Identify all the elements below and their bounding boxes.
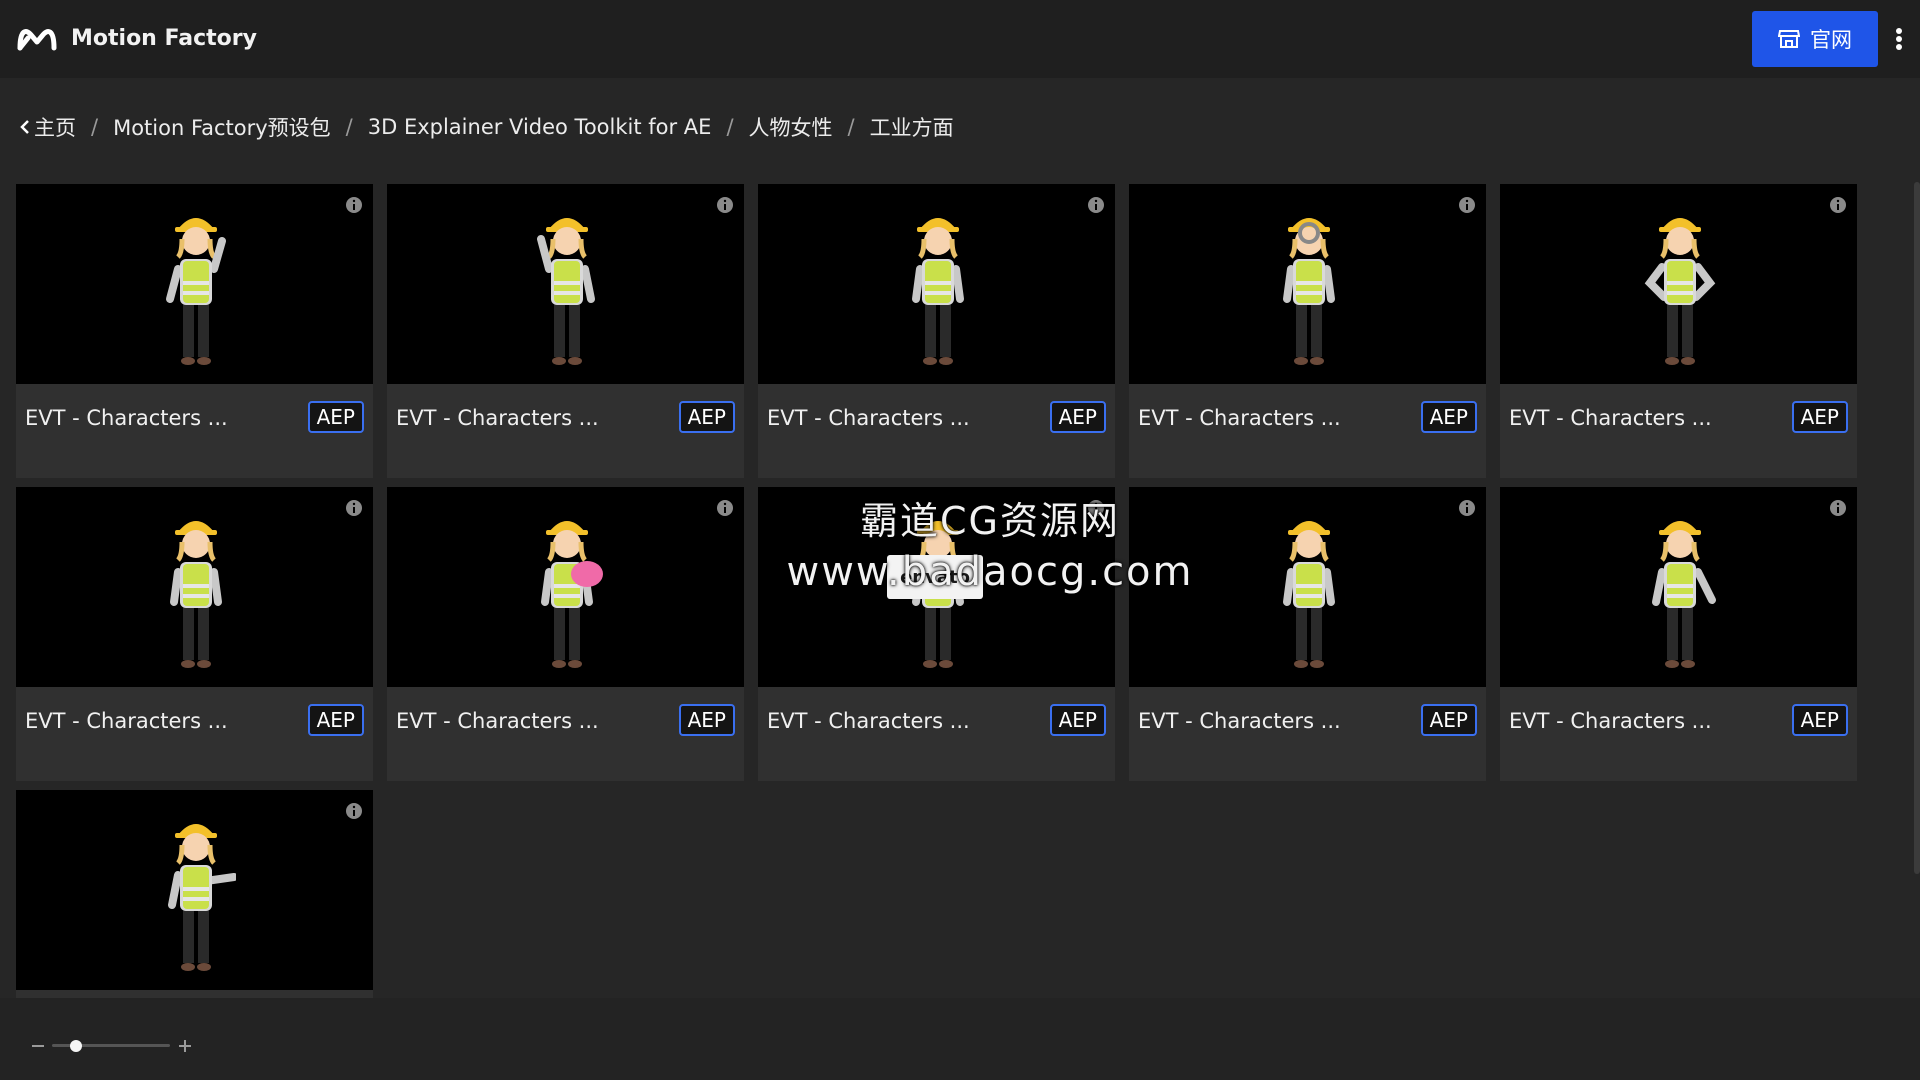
preset-title: EVT - Characters ... bbox=[25, 406, 228, 430]
preset-card[interactable]: EVT - Characters ... AEP bbox=[16, 487, 373, 781]
info-icon[interactable] bbox=[1829, 196, 1847, 214]
preset-thumbnail[interactable] bbox=[16, 487, 373, 687]
info-icon[interactable] bbox=[345, 802, 363, 820]
file-type-badge: AEP bbox=[678, 704, 735, 736]
character-thumbnail-icon bbox=[170, 521, 222, 668]
preset-thumbnail[interactable] bbox=[16, 184, 373, 384]
info-icon[interactable] bbox=[1458, 196, 1476, 214]
character-thumbnail-icon bbox=[1644, 218, 1716, 365]
character-thumbnail-icon bbox=[537, 218, 595, 365]
zoom-in-icon[interactable] bbox=[178, 1039, 192, 1053]
character-thumbnail-icon bbox=[1283, 218, 1335, 365]
info-icon[interactable] bbox=[1829, 499, 1847, 517]
info-icon[interactable] bbox=[345, 196, 363, 214]
file-type-badge: AEP bbox=[1049, 401, 1106, 433]
preset-card[interactable]: EVT - Characters ... AEP bbox=[387, 487, 744, 781]
bottom-bar bbox=[0, 998, 1920, 1080]
preset-title: EVT - Characters ... bbox=[396, 709, 599, 733]
preset-title: EVT - Characters ... bbox=[1509, 406, 1712, 430]
file-type-badge: AEP bbox=[307, 401, 364, 433]
preset-card[interactable] bbox=[16, 790, 373, 1005]
preset-title: EVT - Characters ... bbox=[25, 709, 228, 733]
info-icon[interactable] bbox=[716, 499, 734, 517]
watermark-line2: www.badaocg.com bbox=[786, 549, 1194, 595]
preset-card[interactable]: EVT - Characters ... AEP bbox=[16, 184, 373, 478]
character-thumbnail-icon bbox=[912, 218, 964, 365]
character-thumbnail-icon bbox=[168, 824, 236, 971]
info-icon[interactable] bbox=[345, 499, 363, 517]
character-thumbnail-icon bbox=[166, 218, 226, 365]
file-type-badge: AEP bbox=[678, 401, 735, 433]
preset-card[interactable]: EVT - Characters ... AEP bbox=[387, 184, 744, 478]
character-thumbnail-icon bbox=[1283, 521, 1335, 668]
preset-thumbnail[interactable] bbox=[1500, 184, 1857, 384]
preset-thumbnail[interactable] bbox=[387, 184, 744, 384]
preset-title: EVT - Characters ... bbox=[396, 406, 599, 430]
info-icon[interactable] bbox=[1087, 196, 1105, 214]
character-thumbnail-icon bbox=[541, 521, 603, 668]
preset-thumbnail[interactable] bbox=[1500, 487, 1857, 687]
watermark: 霸道CG资源网 www.badaocg.com bbox=[760, 490, 1220, 595]
preset-card[interactable]: EVT - Characters ... AEP bbox=[1500, 487, 1857, 781]
preset-thumbnail[interactable] bbox=[758, 184, 1115, 384]
preset-thumbnail[interactable] bbox=[387, 487, 744, 687]
preset-title: EVT - Characters ... bbox=[1138, 709, 1341, 733]
preset-thumbnail[interactable] bbox=[1129, 184, 1486, 384]
preset-card[interactable]: EVT - Characters ... AEP bbox=[758, 184, 1115, 478]
info-icon[interactable] bbox=[716, 196, 734, 214]
scrollbar[interactable] bbox=[1914, 182, 1920, 874]
file-type-badge: AEP bbox=[1420, 704, 1477, 736]
file-type-badge: AEP bbox=[1049, 704, 1106, 736]
preset-title: EVT - Characters ... bbox=[1509, 709, 1712, 733]
file-type-badge: AEP bbox=[307, 704, 364, 736]
preset-card[interactable]: EVT - Characters ... AEP bbox=[1500, 184, 1857, 478]
preset-title: EVT - Characters ... bbox=[767, 406, 970, 430]
file-type-badge: AEP bbox=[1420, 401, 1477, 433]
watermark-line1: 霸道CG资源网 bbox=[860, 499, 1120, 543]
file-type-badge: AEP bbox=[1791, 401, 1848, 433]
preset-card[interactable]: EVT - Characters ... AEP bbox=[1129, 184, 1486, 478]
zoom-out-icon[interactable] bbox=[31, 1039, 45, 1053]
file-type-badge: AEP bbox=[1791, 704, 1848, 736]
character-thumbnail-icon bbox=[1652, 521, 1716, 668]
preset-title: EVT - Characters ... bbox=[1138, 406, 1341, 430]
preset-thumbnail[interactable] bbox=[16, 790, 373, 990]
zoom-slider-handle[interactable] bbox=[69, 1040, 82, 1052]
info-icon[interactable] bbox=[1458, 499, 1476, 517]
preset-title: EVT - Characters ... bbox=[767, 709, 970, 733]
